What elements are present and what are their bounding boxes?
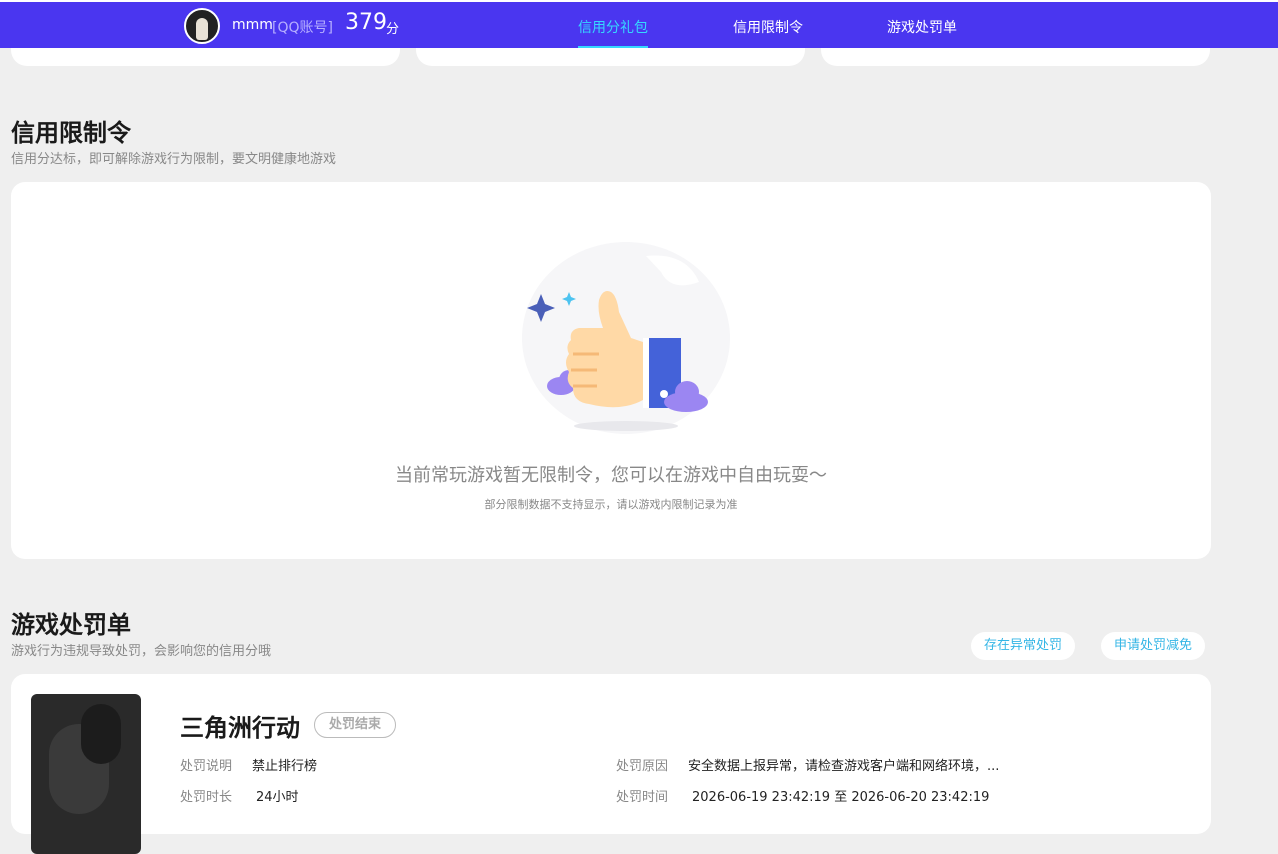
penalty-desc-label: 处罚说明	[180, 759, 233, 774]
penalty-duration-value: 24小时	[256, 790, 299, 805]
penalty-time-value: 2026-06-19 23:42:19 至 2026-06-20 23:42:1…	[692, 790, 990, 805]
penalty-title: 游戏处罚单	[11, 611, 131, 639]
gift-card[interactable]	[11, 48, 400, 66]
account-type: [QQ账号]	[272, 20, 333, 36]
penalty-subtitle: 游戏行为违规导致处罚，会影响您的信用分哦	[11, 644, 272, 659]
restriction-title: 信用限制令	[11, 119, 131, 147]
restriction-subtitle: 信用分达标，即可解除游戏行为限制，要文明健康地游戏	[11, 152, 337, 167]
tab-game-penalty[interactable]: 游戏处罚单	[887, 17, 957, 37]
abnormal-penalty-button[interactable]: 存在异常处罚	[971, 632, 1076, 660]
empty-note: 部分限制数据不支持显示，请以游戏内限制记录为准	[484, 498, 738, 511]
game-thumbnail	[31, 694, 141, 854]
penalty-card[interactable]: 三角洲行动 处罚结束 处罚说明 禁止排行榜 处罚时长 24小时 处罚原因 安全数…	[11, 674, 1211, 854]
penalty-reason-label: 处罚原因	[616, 759, 669, 774]
credit-score: 379	[345, 10, 387, 35]
penalty-desc-value: 禁止排行榜	[252, 759, 318, 774]
avatar[interactable]	[184, 8, 220, 44]
top-bar: mmm [QQ账号] 379 分 信用分礼包 信用限制令 游戏处罚单	[0, 0, 1278, 49]
penalty-time-label: 处罚时间	[616, 790, 669, 805]
apply-reduction-button[interactable]: 申请处罚减免	[1101, 632, 1206, 660]
gift-card[interactable]	[821, 48, 1210, 66]
credit-score-unit: 分	[386, 22, 400, 37]
status-badge: 处罚结束	[314, 712, 397, 738]
penalty-reason-value: 安全数据上报异常，请检查游戏客户端和网络环境，...	[688, 759, 1000, 774]
gift-card[interactable]	[416, 48, 805, 66]
thumbs-up-icon	[522, 242, 730, 434]
penalty-duration-label: 处罚时长	[180, 790, 233, 805]
restriction-card: 当前常玩游戏暂无限制令，您可以在游戏中自由玩耍～ 部分限制数据不支持显示，请以游…	[11, 182, 1211, 559]
game-name: 三角洲行动	[180, 714, 300, 742]
tab-credit-restriction[interactable]: 信用限制令	[733, 17, 803, 37]
username: mmm	[232, 17, 273, 33]
tab-credit-gift[interactable]: 信用分礼包	[578, 17, 648, 37]
empty-message: 当前常玩游戏暂无限制令，您可以在游戏中自由玩耍～	[395, 465, 827, 486]
